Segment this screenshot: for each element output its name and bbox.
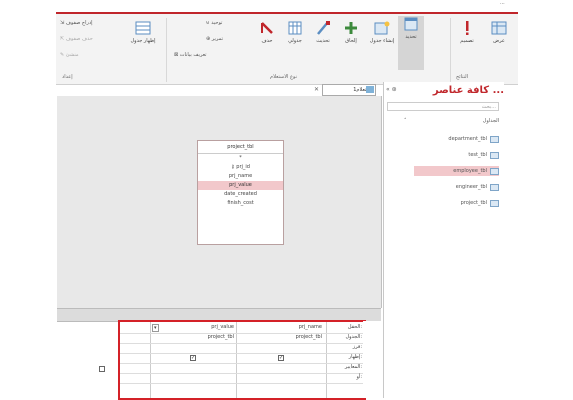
show-table-label: إظهار جدول <box>130 38 156 44</box>
view-button[interactable]: عرض <box>484 20 514 44</box>
top-label: ... <box>500 0 505 6</box>
row-header-field: الحقل: <box>347 324 362 330</box>
table-icon <box>490 183 499 191</box>
field-item[interactable]: ⚷ prj_id <box>198 163 283 172</box>
select-query-label: تحديد <box>405 34 417 40</box>
nav-item-label: test_tbl <box>468 152 487 158</box>
make-table-button[interactable]: إنشاء جدول <box>368 20 396 44</box>
grid-right-margin <box>363 321 381 398</box>
run-icon <box>466 21 469 35</box>
view-label: عرض <box>493 38 505 44</box>
delete-query-label: حذف <box>261 38 273 44</box>
show-checkbox[interactable] <box>99 366 105 372</box>
nav-item-label: project_tbl <box>460 200 487 206</box>
union-label: توحيد <box>211 20 223 26</box>
show-checkbox[interactable]: ✓ <box>278 355 284 361</box>
query-design-grid[interactable]: الحقل: الجدول: فرز: إظهار: المعايير: أو:… <box>118 320 366 400</box>
navigation-pane: كافة عناصر ... « ⊛ بحث... ˄ الجداول depar… <box>383 82 504 398</box>
grid-table-cell[interactable]: project_tbl <box>152 334 234 340</box>
ddl-button[interactable]: ⊠ تعريف بيانات <box>174 52 207 58</box>
ddl-label: تعريف بيانات <box>179 52 207 58</box>
nav-search-input[interactable]: بحث... <box>387 102 499 111</box>
nav-pane-title[interactable]: كافة عناصر ... <box>384 82 504 99</box>
table-box-title[interactable]: project_tbl <box>198 141 283 154</box>
grid-field-cell[interactable]: prj_name <box>238 324 322 330</box>
grid-overflow-columns[interactable] <box>57 321 117 399</box>
delete-rows-button[interactable]: ⇱ حذف صفوف <box>60 36 93 42</box>
nav-pane-controls[interactable]: « ⊛ <box>386 86 397 93</box>
field-label: prj_id <box>236 164 250 170</box>
table-icon <box>490 199 499 207</box>
run-label: تصميم <box>460 38 474 44</box>
grid-row-divider <box>120 383 364 384</box>
builder-label: منشئ <box>65 52 79 58</box>
field-item[interactable]: date_created <box>198 190 283 199</box>
nav-item-label: engineer_tbl <box>455 184 487 190</box>
chevron-up-icon: ˄ <box>404 118 407 124</box>
insert-rows-button[interactable]: ⇲ إدراج صفوف <box>60 20 93 26</box>
table-box-project[interactable]: project_tbl * ⚷ prj_id prj_name prj_valu… <box>197 140 284 245</box>
delete-rows-label: حذف صفوف <box>65 36 93 42</box>
passthrough-button[interactable]: ⊕ تمرير <box>206 36 223 42</box>
show-table-button[interactable]: إظهار جدول <box>128 20 158 44</box>
show-table-icon <box>135 21 151 35</box>
field-item[interactable]: * <box>198 154 283 163</box>
select-query-icon <box>404 17 418 31</box>
union-button[interactable]: ⊍ توحيد <box>206 20 222 26</box>
table-icon <box>490 167 499 175</box>
nav-section-label: الجداول <box>482 118 499 124</box>
grid-field-value: prj_value <box>211 324 234 330</box>
nav-item-table[interactable]: engineer_tbl <box>414 182 499 192</box>
row-header-table: الجدول: <box>345 334 363 340</box>
grid-field-cell[interactable]: ▾ prj_value <box>152 324 234 332</box>
separator <box>450 18 451 82</box>
datasheet-view-icon <box>491 21 507 35</box>
close-tab-icon[interactable]: ✕ <box>314 86 319 93</box>
update-icon <box>317 21 330 35</box>
insert-rows-label: إدراج صفوف <box>65 20 93 26</box>
field-item-selected[interactable]: prj_value <box>198 181 283 190</box>
update-button[interactable]: تحديث <box>310 20 336 44</box>
append-icon <box>345 22 357 34</box>
table-icon <box>490 151 499 159</box>
update-label: تحديث <box>316 38 330 44</box>
row-header-sort: فرز: <box>352 344 362 350</box>
group-results-label: النتائج <box>456 74 469 80</box>
crosstab-button[interactable]: جدولي <box>282 20 308 44</box>
row-header-criteria: المعايير: <box>344 364 362 370</box>
make-table-label: إنشاء جدول <box>369 38 395 44</box>
separator <box>166 18 167 82</box>
grid-table-cell[interactable]: project_tbl <box>238 334 322 340</box>
ribbon: عرض تصميم النتائج تحديد إنشاء جدول إلحاق… <box>56 12 518 85</box>
nav-item-table[interactable]: test_tbl <box>414 150 499 160</box>
append-label: إلحاق <box>345 38 357 44</box>
group-setup-label: إعداد <box>62 74 73 80</box>
nav-section-tables[interactable]: ˄ الجداول <box>404 118 499 124</box>
make-table-icon <box>374 21 390 35</box>
append-button[interactable]: إلحاق <box>338 20 364 44</box>
field-item[interactable]: finish_cost <box>198 199 283 208</box>
dropdown-icon[interactable]: ▾ <box>152 324 159 332</box>
row-header-or: أو: <box>356 374 363 380</box>
passthrough-label: تمرير <box>211 36 223 42</box>
nav-item-label: employee_tbl <box>453 168 487 174</box>
row-header-show: إظهار: <box>348 354 362 360</box>
nav-item-table[interactable]: department_tbl <box>414 134 499 144</box>
delete-query-icon <box>261 22 273 34</box>
builder-button[interactable]: ✎ منشئ <box>60 52 79 58</box>
query-icon <box>366 86 374 93</box>
delete-query-button[interactable]: حذف <box>254 20 280 44</box>
nav-item-table[interactable]: project_tbl <box>414 198 499 208</box>
show-checkbox[interactable]: ✓ <box>190 355 196 361</box>
crosstab-icon <box>288 21 302 35</box>
group-query-type-label: نوع الاستعلام <box>270 74 297 80</box>
run-button[interactable]: تصميم <box>454 20 480 44</box>
crosstab-label: جدولي <box>288 38 302 44</box>
field-item[interactable]: prj_name <box>198 172 283 181</box>
select-query-button[interactable]: تحديد <box>398 16 424 70</box>
nav-item-label: department_tbl <box>448 136 487 142</box>
nav-item-table-selected[interactable]: employee_tbl <box>414 166 499 176</box>
table-icon <box>490 135 499 143</box>
